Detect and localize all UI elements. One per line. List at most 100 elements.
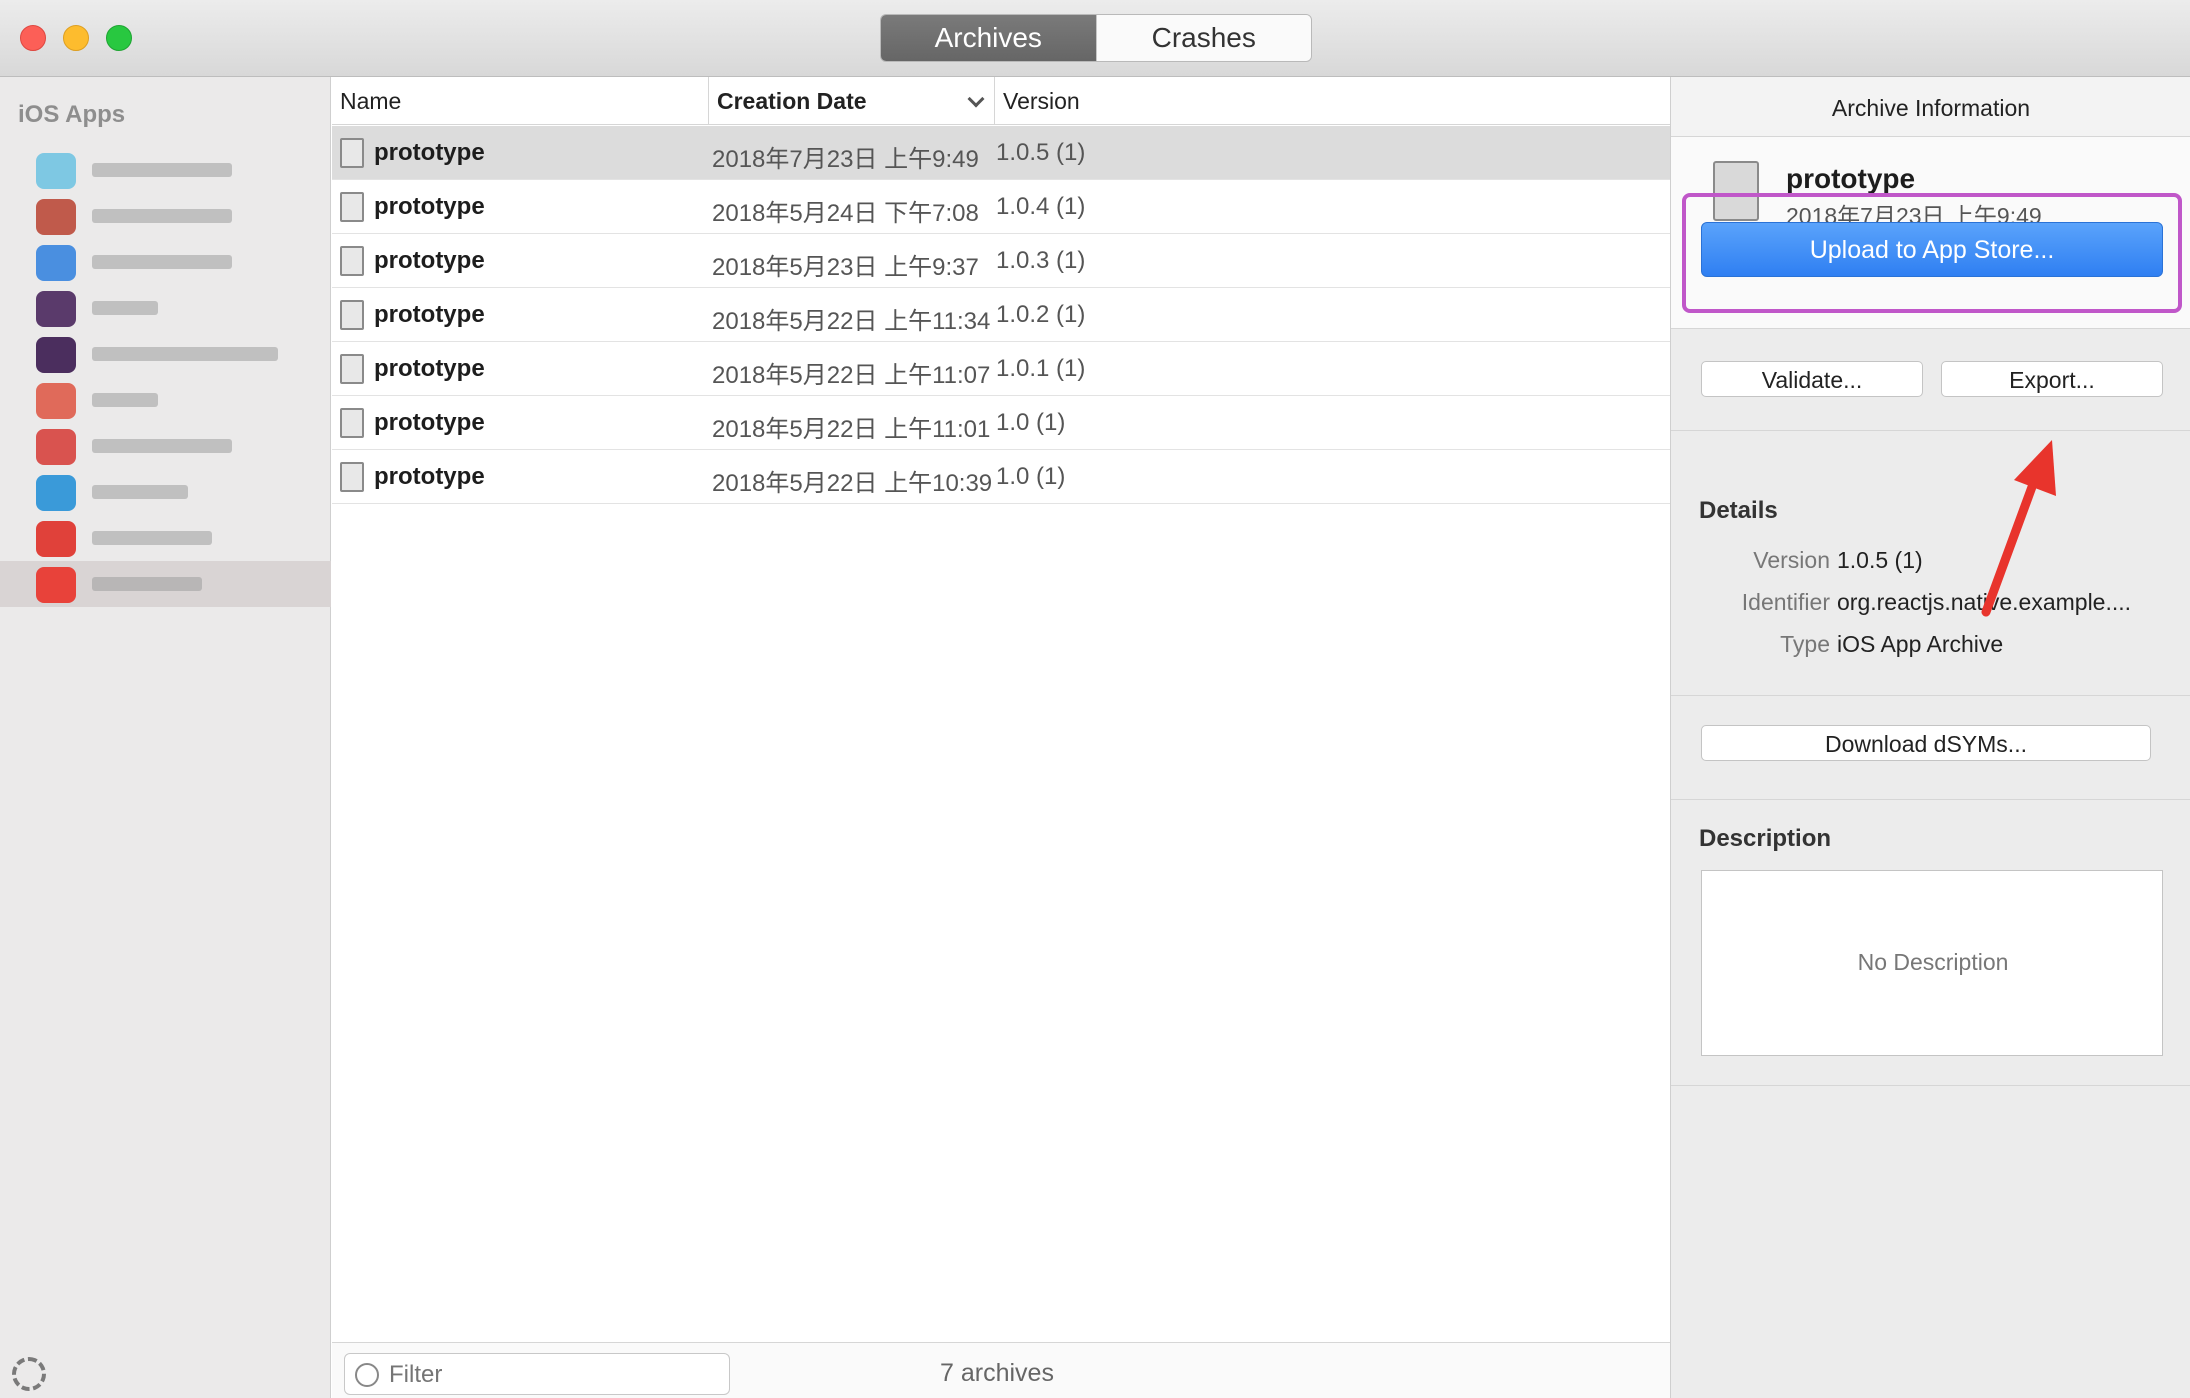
divider: [1671, 799, 2190, 800]
archive-row-date: 2018年5月22日 上午11:34: [712, 308, 991, 335]
archive-file-icon: [340, 300, 364, 330]
sidebar-app-item[interactable]: [0, 331, 331, 377]
description-placeholder: No Description: [1857, 949, 2009, 975]
minimize-window-button[interactable]: [63, 25, 89, 51]
sidebar-app-item[interactable]: [0, 193, 331, 239]
filter-input[interactable]: [389, 1360, 719, 1390]
annotation-arrow-icon: [1981, 440, 2056, 617]
archive-row-version: 1.0.4 (1): [996, 193, 1086, 220]
app-icon: [36, 291, 76, 327]
app-name-redacted: [92, 163, 232, 177]
tab-crashes[interactable]: Crashes: [1095, 15, 1311, 61]
archive-file-icon: [340, 246, 364, 276]
download-dsyms-button[interactable]: Download dSYMs...: [1701, 725, 2151, 761]
tab-archives[interactable]: Archives: [881, 15, 1096, 61]
sidebar-app-item[interactable]: [0, 469, 331, 515]
archive-row-version: 1.0.2 (1): [996, 301, 1086, 328]
app-icon: [36, 199, 76, 235]
archive-row-date: 2018年7月23日 上午9:49: [712, 146, 979, 173]
divider: [1671, 1085, 2190, 1086]
archive-row-date: 2018年5月22日 上午11:07: [712, 362, 991, 389]
archive-row-name: prototype: [374, 463, 485, 490]
app-name-redacted: [92, 301, 158, 315]
archive-row[interactable]: prototype 2018年5月22日 上午10:39 1.0 (1): [332, 450, 1670, 504]
list-footer: 7 archives: [332, 1342, 1670, 1398]
close-window-button[interactable]: [20, 25, 46, 51]
details-title: Details: [1699, 497, 1778, 524]
archive-inspector: Archive Information prototype 2018年7月23日…: [1670, 77, 2190, 1398]
column-header-creation-date-label: Creation Date: [717, 88, 867, 114]
apps-sidebar: iOS Apps: [0, 77, 331, 1398]
detail-value-type: iOS App Archive: [1837, 631, 2004, 657]
loading-spinner-icon: [12, 1357, 46, 1391]
description-title: Description: [1699, 825, 1832, 852]
archive-name: prototype: [1786, 163, 1916, 194]
chevron-down-icon: [967, 90, 985, 108]
sidebar-app-item[interactable]: [0, 239, 331, 285]
export-button[interactable]: Export...: [1941, 361, 2163, 397]
detail-label-identifier: Identifier: [1741, 589, 1830, 615]
column-header-creation-date[interactable]: Creation Date: [708, 77, 994, 125]
archive-file-icon: [340, 192, 364, 222]
sidebar-app-item[interactable]: [0, 147, 331, 193]
app-icon: [36, 475, 76, 511]
sidebar-heading: iOS Apps: [18, 101, 126, 128]
archive-row-version: 1.0.1 (1): [996, 355, 1086, 382]
column-header-name[interactable]: Name: [332, 77, 708, 125]
app-name-redacted: [92, 531, 212, 545]
archive-file-icon: [340, 462, 364, 492]
archive-row-date: 2018年5月22日 上午11:01: [712, 416, 991, 443]
app-name-redacted: [92, 439, 232, 453]
app-name-redacted: [92, 255, 232, 269]
archive-row[interactable]: prototype 2018年7月23日 上午9:49 1.0.5 (1): [332, 126, 1670, 180]
description-field[interactable]: No Description: [1701, 870, 2163, 1056]
app-name-redacted: [92, 347, 278, 361]
archive-file-icon: [340, 408, 364, 438]
archive-actions: Validate... Export...: [1671, 329, 2190, 431]
upload-to-app-store-button[interactable]: Upload to App Store...: [1701, 222, 2163, 277]
archive-row-name: prototype: [374, 139, 485, 166]
filter-icon: [355, 1363, 379, 1387]
column-header-version[interactable]: Version: [994, 77, 1294, 125]
app-name-redacted: [92, 577, 202, 591]
sidebar-app-item[interactable]: [0, 561, 331, 607]
archive-row-date: 2018年5月23日 上午9:37: [712, 254, 979, 281]
filter-field[interactable]: [344, 1353, 730, 1395]
sidebar-app-item[interactable]: [0, 377, 331, 423]
archive-file-icon: [340, 354, 364, 384]
sidebar-app-item[interactable]: [0, 285, 331, 331]
detail-label-version: Version: [1753, 547, 1830, 573]
app-icon: [36, 245, 76, 281]
inspector-title: Archive Information: [1671, 77, 2190, 137]
app-icon: [36, 521, 76, 557]
archive-row-version: 1.0.3 (1): [996, 247, 1086, 274]
app-name-redacted: [92, 393, 158, 407]
archive-row-version: 1.0.5 (1): [996, 139, 1086, 166]
archive-row[interactable]: prototype 2018年5月22日 上午11:07 1.0.1 (1): [332, 342, 1670, 396]
archive-row-date: 2018年5月24日 下午7:08: [712, 200, 979, 227]
archive-row[interactable]: prototype 2018年5月23日 上午9:37 1.0.3 (1): [332, 234, 1670, 288]
sidebar-app-item[interactable]: [0, 423, 331, 469]
archive-row-name: prototype: [374, 193, 485, 220]
archive-row-date: 2018年5月22日 上午10:39: [712, 470, 993, 497]
list-header: Name Creation Date Version: [332, 77, 1670, 125]
archive-row[interactable]: prototype 2018年5月24日 下午7:08 1.0.4 (1): [332, 180, 1670, 234]
archive-row-name: prototype: [374, 355, 485, 382]
zoom-window-button[interactable]: [106, 25, 132, 51]
archive-count: 7 archives: [940, 1359, 1054, 1387]
archive-row-version: 1.0 (1): [996, 463, 1066, 490]
sidebar-app-item[interactable]: [0, 515, 331, 561]
archive-row[interactable]: prototype 2018年5月22日 上午11:01 1.0 (1): [332, 396, 1670, 450]
archive-row-name: prototype: [374, 247, 485, 274]
divider: [1671, 695, 2190, 696]
validate-button[interactable]: Validate...: [1701, 361, 1923, 397]
view-segmented-control: Archives Crashes: [880, 14, 1312, 62]
archive-file-icon: [340, 138, 364, 168]
archive-row[interactable]: prototype 2018年5月22日 上午11:34 1.0.2 (1): [332, 288, 1670, 342]
archive-row-name: prototype: [374, 409, 485, 436]
archive-row-version: 1.0 (1): [996, 409, 1066, 436]
detail-label-type: Type: [1780, 631, 1830, 657]
app-icon: [36, 153, 76, 189]
app-icon: [36, 567, 76, 603]
app-name-redacted: [92, 485, 188, 499]
